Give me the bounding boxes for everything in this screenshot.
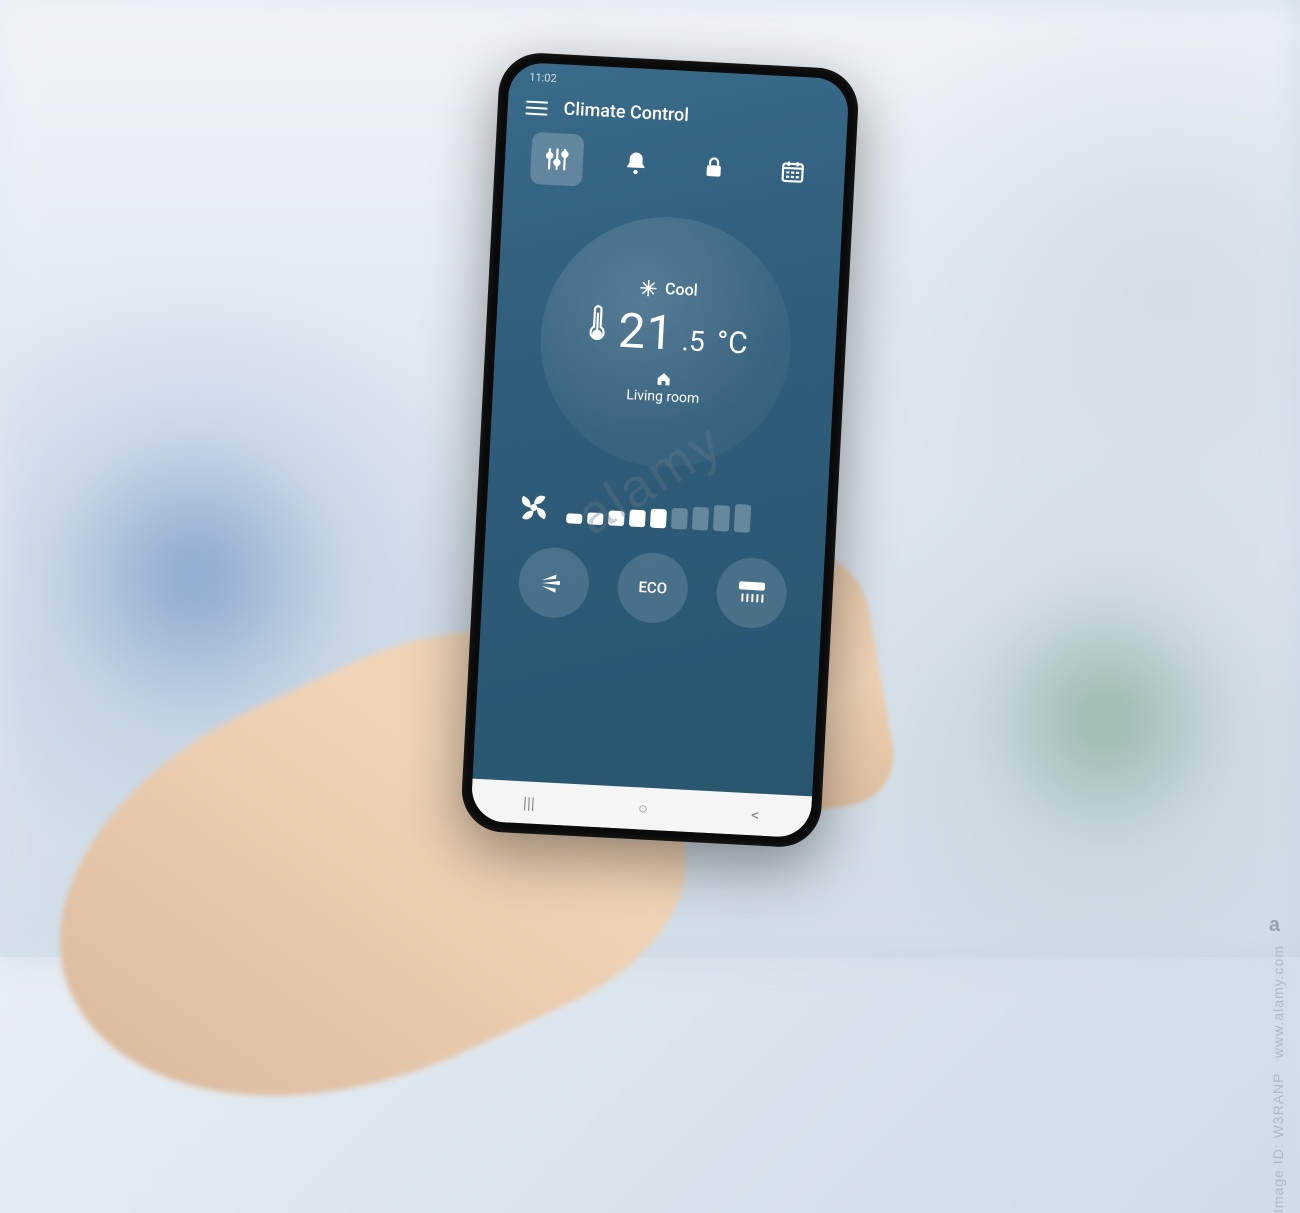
mode-label: Cool (665, 279, 699, 300)
fan-bar[interactable] (713, 505, 730, 531)
tab-alerts[interactable] (608, 136, 663, 191)
sliders-icon (544, 146, 571, 173)
home-icon (654, 371, 673, 388)
fan-bar[interactable] (671, 508, 688, 530)
nav-back-icon[interactable]: < (751, 805, 760, 824)
lock-icon (701, 154, 726, 181)
bell-icon (622, 150, 649, 177)
app-title: Climate Control (563, 99, 689, 127)
fan-speed-slider[interactable] (566, 495, 799, 535)
fan-bar[interactable] (692, 506, 709, 530)
fan-bar[interactable] (629, 510, 646, 527)
android-nav-bar: ||| ○ < (470, 779, 812, 839)
menu-icon[interactable] (525, 100, 548, 115)
phone-screen: 11:02 Climate Control (470, 62, 849, 839)
airflow-button[interactable] (714, 556, 788, 630)
tab-schedule[interactable] (765, 144, 820, 199)
fan-bar[interactable] (734, 504, 751, 532)
calendar-icon (779, 158, 806, 185)
fan-bar[interactable] (650, 509, 667, 529)
temperature-dial-wrap: Cool 21.5 °C Living room (488, 202, 842, 493)
snowflake-icon (639, 278, 658, 297)
tab-lock[interactable] (687, 140, 742, 195)
fan-icon (514, 488, 554, 528)
fan-bar[interactable] (587, 512, 604, 525)
swing-icon (538, 570, 571, 596)
temperature-row: 21.5 °C (583, 300, 750, 365)
room-row: Living room (626, 369, 701, 407)
airflow-icon (734, 579, 769, 607)
mode-row: Cool (639, 278, 699, 300)
eco-label: ECO (638, 578, 668, 597)
temperature-dial[interactable]: Cool 21.5 °C Living room (534, 211, 797, 474)
nav-home-icon[interactable]: ○ (638, 798, 649, 818)
fan-bar[interactable] (566, 513, 583, 524)
thermometer-icon (583, 301, 611, 346)
watermark-image-id: Image ID: W3RANP www.alamy.com (1270, 945, 1286, 1213)
room-label: Living room (626, 387, 700, 407)
temperature-integer: 21 (617, 302, 676, 362)
status-time: 11:02 (529, 70, 557, 84)
temperature-unit: °C (716, 325, 749, 362)
eco-button[interactable]: ECO (616, 551, 690, 625)
nav-recent-icon[interactable]: ||| (523, 793, 536, 813)
fan-bar[interactable] (608, 511, 625, 526)
swing-button[interactable] (517, 546, 591, 620)
temperature-decimal: .5 (681, 324, 706, 358)
phone-frame: 11:02 Climate Control (460, 51, 860, 849)
mode-buttons-row: ECO (480, 544, 824, 652)
tab-settings[interactable] (530, 132, 585, 187)
